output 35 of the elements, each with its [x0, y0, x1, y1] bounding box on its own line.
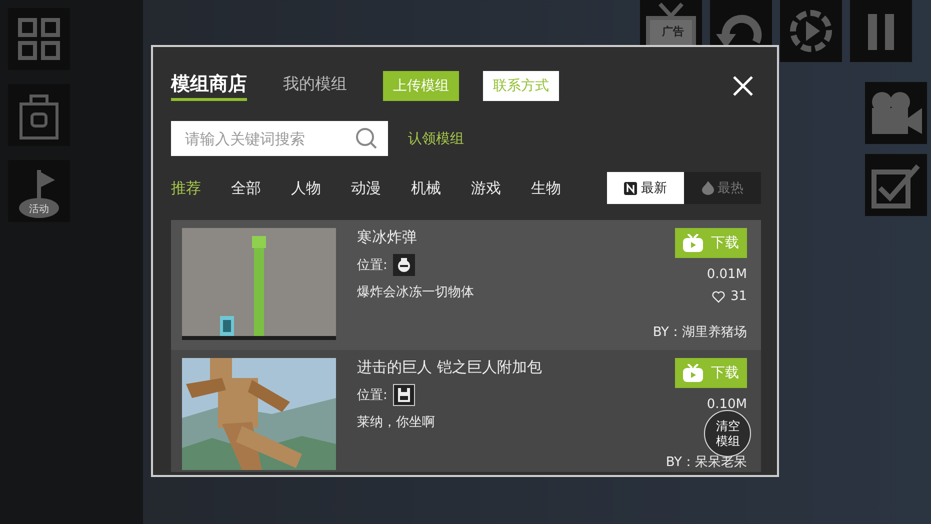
- claim-link[interactable]: 认领模组: [408, 130, 464, 148]
- mod-description: 爆炸会冰冻一切物体: [357, 284, 475, 301]
- tv-icon: [683, 234, 703, 252]
- category-tab[interactable]: 机械: [411, 178, 441, 198]
- category-tab[interactable]: 游戏: [471, 178, 501, 198]
- tv-icon: [683, 364, 703, 382]
- like-count: 31: [730, 289, 747, 304]
- file-size: 0.10M: [706, 397, 747, 412]
- search-field[interactable]: 请输入关键词搜索: [171, 121, 388, 156]
- heart-icon: [712, 290, 726, 302]
- category-tab[interactable]: 生物: [531, 178, 561, 198]
- location-label: 位置:: [357, 257, 388, 274]
- bomb-icon: [393, 254, 416, 276]
- author: BY：呆呆老呆: [666, 454, 747, 471]
- tool-label: 活动: [28, 203, 50, 216]
- tool-label: 广告: [662, 24, 684, 39]
- sort-button[interactable]: 最新: [607, 172, 684, 204]
- category-tab[interactable]: 推荐: [171, 178, 201, 198]
- mod-title: 进击的巨人 铠之巨人附加包: [357, 358, 543, 377]
- tab[interactable]: 我的模组: [283, 74, 347, 98]
- search-icon: [355, 127, 377, 149]
- category-tab[interactable]: 动漫: [351, 178, 381, 198]
- tab[interactable]: 模组商店: [171, 71, 247, 101]
- grid-icon: [17, 17, 61, 61]
- location-label: 位置:: [357, 387, 388, 404]
- file-size: 0.01M: [706, 267, 747, 282]
- author: BY：湖里养猪场: [652, 324, 747, 341]
- category-tab[interactable]: 人物: [291, 178, 321, 198]
- close-button[interactable]: [731, 74, 755, 98]
- mod-description: 莱纳，你坐啊: [357, 414, 436, 431]
- mod-title: 寒冰炸弹: [357, 228, 418, 247]
- flame-icon: [702, 181, 714, 195]
- new-icon: [624, 182, 637, 194]
- category-tab[interactable]: 全部: [231, 178, 261, 198]
- tool-button[interactable]: 活动: [8, 160, 70, 222]
